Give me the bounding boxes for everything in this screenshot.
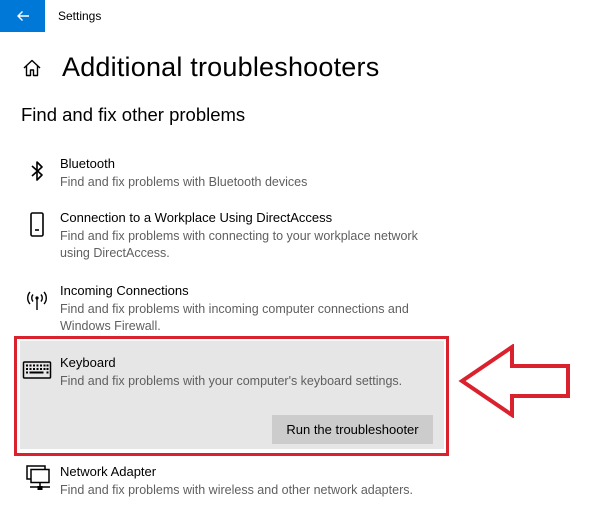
back-arrow-icon <box>16 11 29 21</box>
bluetooth-icon <box>31 161 43 181</box>
item-description: Find and fix problems with Bluetooth dev… <box>60 175 308 189</box>
phone-device-icon <box>30 212 44 237</box>
page-title: Additional troubleshooters <box>62 52 380 82</box>
item-description: Find and fix problems with wireless and … <box>60 483 413 497</box>
troubleshooter-incoming-connections[interactable]: Incoming Connections Find and fix proble… <box>18 283 448 339</box>
item-label: Network Adapter <box>60 464 157 479</box>
item-description: Find and fix problems with connecting to… <box>60 229 418 260</box>
network-adapter-icon <box>26 465 50 490</box>
wireless-signal-icon <box>27 291 47 310</box>
item-label: Connection to a Workplace Using DirectAc… <box>60 210 333 225</box>
left-pointing-arrow-icon <box>458 344 570 418</box>
highlight-frame <box>14 336 449 456</box>
back-button[interactable] <box>0 0 45 32</box>
troubleshooter-directaccess[interactable]: Connection to a Workplace Using DirectAc… <box>18 210 448 266</box>
troubleshooter-network-adapter[interactable]: Network Adapter Find and fix problems wi… <box>18 464 448 504</box>
item-label: Bluetooth <box>60 156 115 171</box>
item-label: Incoming Connections <box>60 283 189 298</box>
troubleshooter-bluetooth[interactable]: Bluetooth Find and fix problems with Blu… <box>18 156 448 196</box>
section-title: Find and fix other problems <box>21 104 246 125</box>
app-title: Settings <box>58 9 102 23</box>
title-bar: Settings <box>0 0 600 32</box>
home-icon[interactable] <box>22 58 42 78</box>
item-description: Find and fix problems with incoming comp… <box>60 302 409 333</box>
